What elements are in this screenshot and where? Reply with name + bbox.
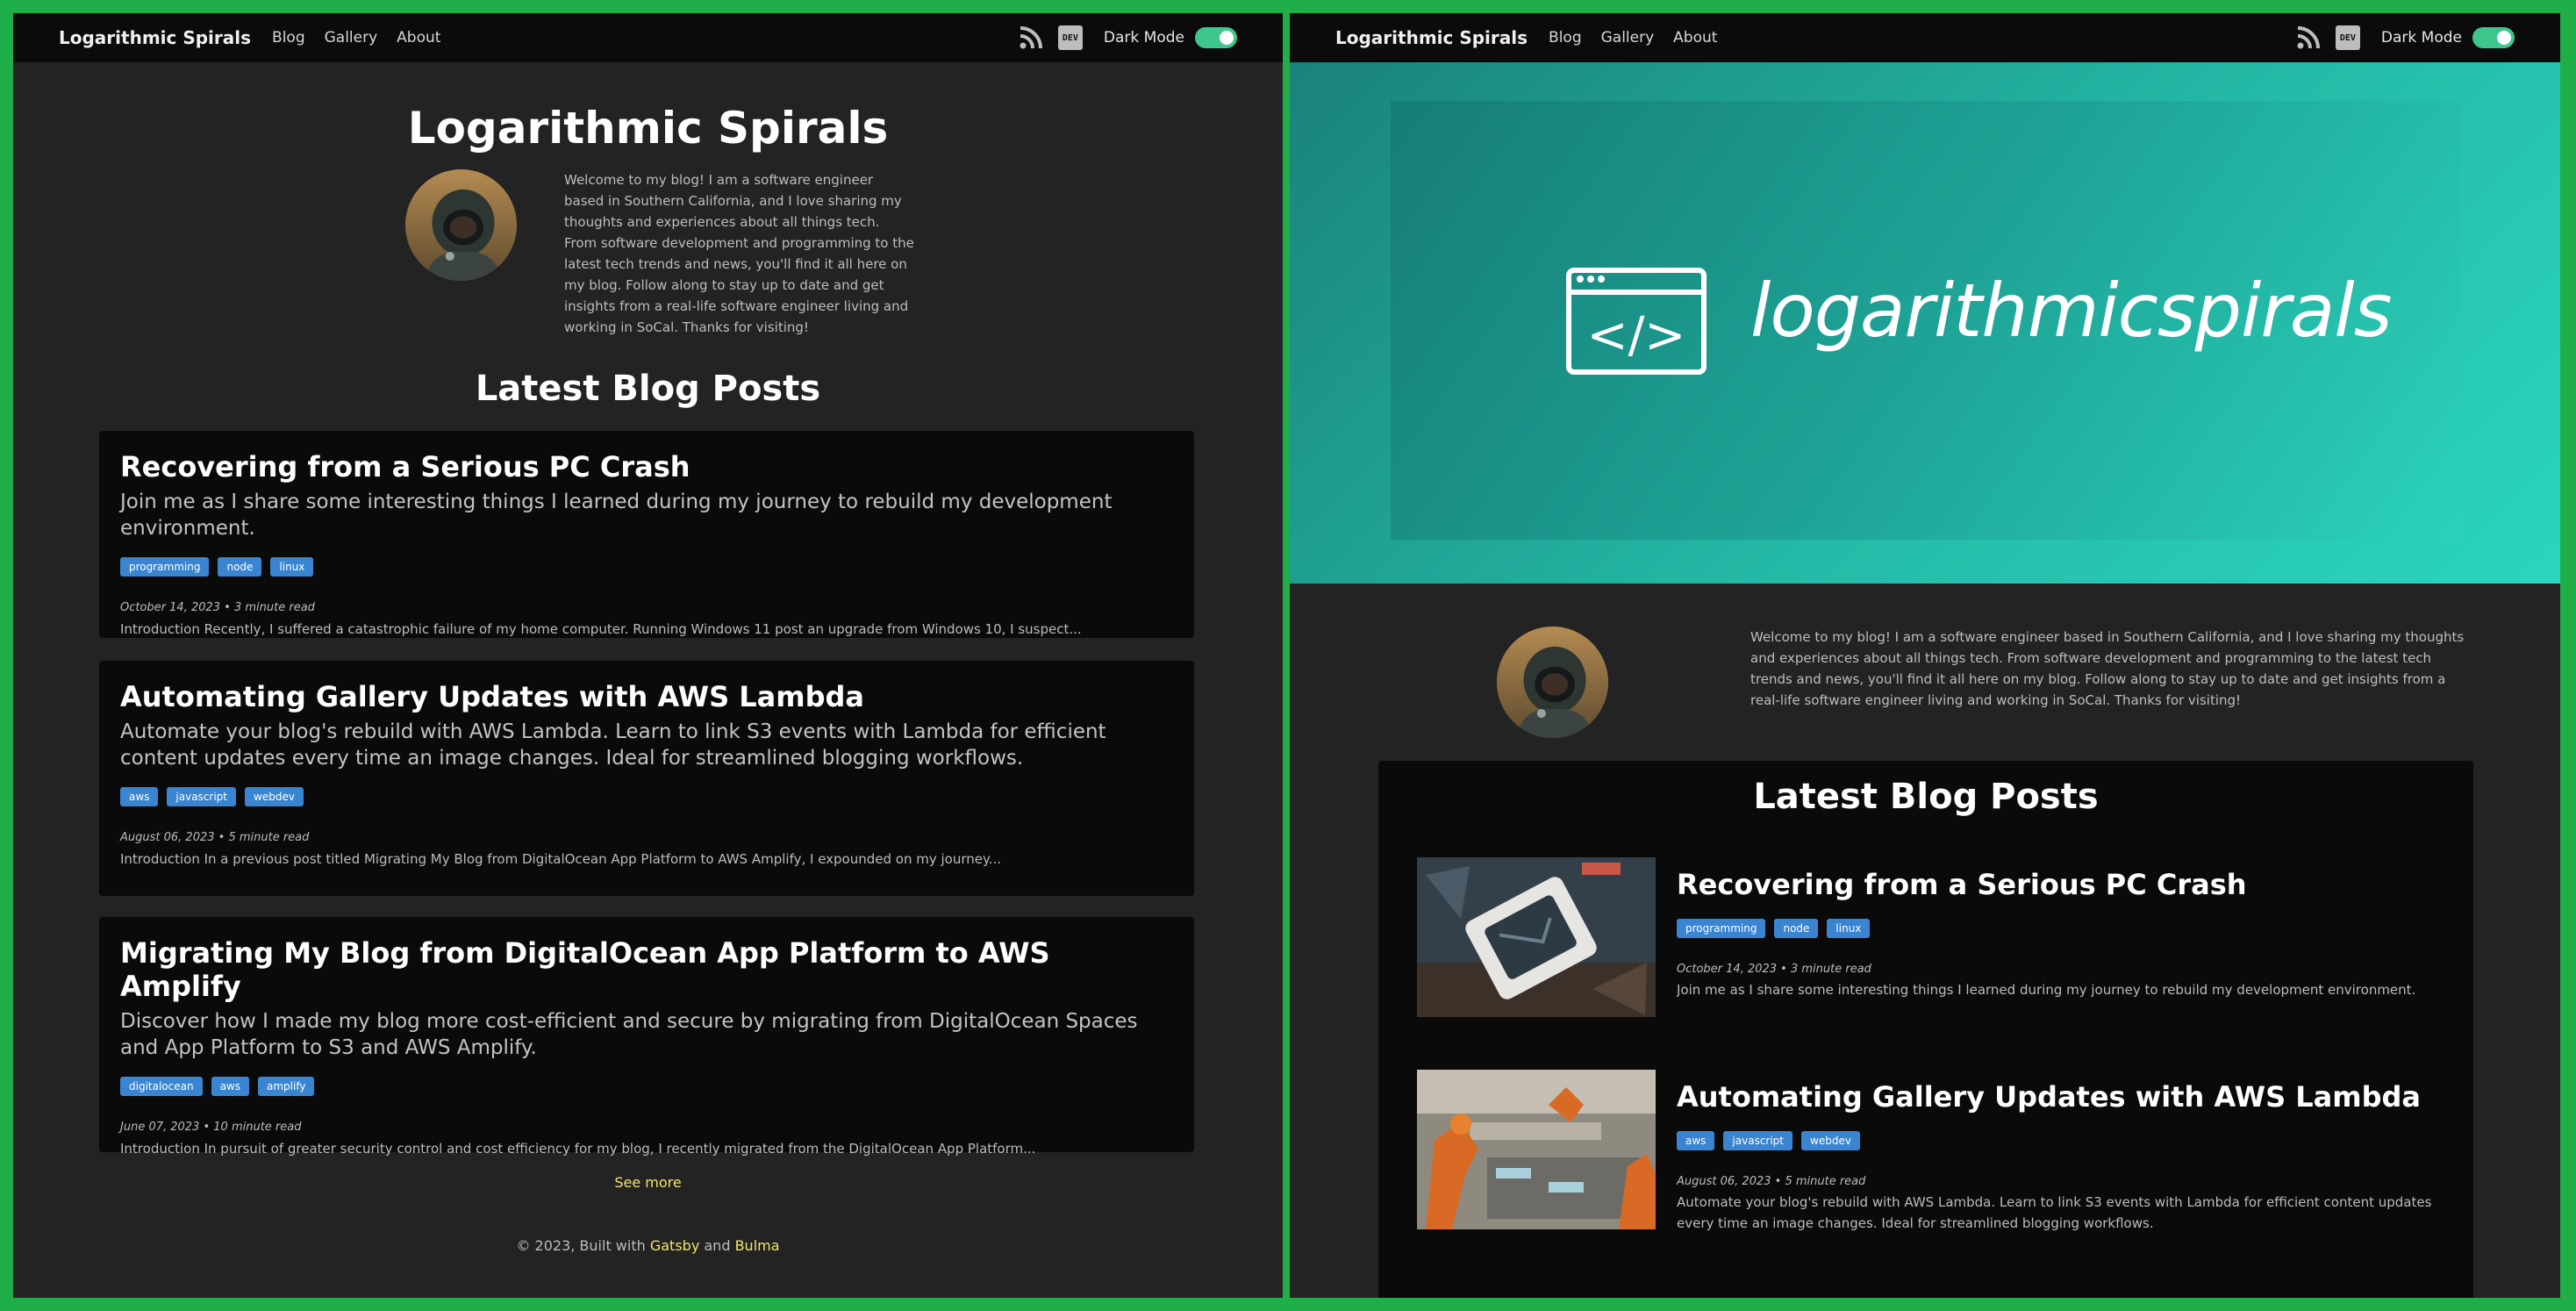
tag[interactable]: javascript — [167, 787, 237, 806]
dark-mode-label: Dark Mode — [2380, 29, 2462, 47]
footer: © 2023, Built with Gatsby and Bulma — [13, 1237, 1283, 1254]
home-page-list-view: Logarithmic Spirals Blog Gallery About D… — [13, 13, 1283, 1298]
post-excerpt: Introduction In pursuit of greater secur… — [120, 1141, 1036, 1157]
hero-banner: </> logarithmicspirals — [1290, 62, 2560, 584]
tag[interactable]: javascript — [1723, 1131, 1793, 1150]
avatar — [405, 169, 517, 281]
avatar — [1497, 627, 1608, 738]
dark-mode-label: Dark Mode — [1103, 29, 1184, 47]
footer-and: and — [704, 1237, 731, 1254]
rss-icon[interactable] — [1018, 25, 1044, 51]
post-title[interactable]: Automating Gallery Updates with AWS Lamb… — [1677, 1080, 2435, 1114]
post-tags: programming node linux — [1677, 919, 2435, 938]
tag[interactable]: aws — [120, 787, 159, 806]
navbar: Logarithmic Spirals Blog Gallery About D… — [1290, 13, 2560, 62]
post-meta: October 14, 2023 • 3 minute read — [120, 601, 315, 614]
nav-right: DEV Dark Mode — [1018, 13, 1237, 62]
toggle-knob — [1220, 31, 1234, 45]
post-card[interactable]: Automating Gallery Updates with AWS Lamb… — [99, 661, 1194, 896]
nav-link-about[interactable]: About — [397, 29, 440, 47]
see-more-link[interactable]: See more — [13, 1174, 1283, 1191]
latest-posts-title: Latest Blog Posts — [475, 369, 821, 409]
dark-mode-toggle[interactable] — [2472, 27, 2515, 48]
post-meta: June 07, 2023 • 10 minute read — [120, 1121, 302, 1134]
intro-text: Welcome to my blog! I am a software engi… — [564, 172, 914, 335]
post-title[interactable]: Recovering from a Serious PC Crash — [1677, 868, 2435, 901]
post-body: Recovering from a Serious PC Crash progr… — [1677, 857, 2435, 1000]
post-title[interactable]: Automating Gallery Updates with AWS Lamb… — [120, 680, 1173, 713]
post-tags: programming node linux — [120, 557, 1173, 577]
post-description: Discover how I made my blog more cost-ef… — [120, 1010, 1138, 1059]
tag[interactable]: digitalocean — [120, 1077, 203, 1096]
tag[interactable]: linux — [270, 557, 314, 577]
post-body: Automating Gallery Updates with AWS Lamb… — [1677, 1070, 2435, 1234]
gatsby-link[interactable]: Gatsby — [650, 1237, 699, 1254]
bulma-link[interactable]: Bulma — [735, 1237, 780, 1254]
site-title: Logarithmic Spirals — [407, 103, 889, 154]
latest-posts-box: Latest Blog Posts Recovering from a Seri… — [1378, 761, 2473, 1298]
rss-icon[interactable] — [2295, 25, 2322, 51]
post-card[interactable]: Migrating My Blog from DigitalOcean App … — [99, 917, 1194, 1157]
tag[interactable]: programming — [120, 557, 210, 577]
post-meta: August 06, 2023 • 5 minute read — [120, 831, 310, 844]
post-row[interactable]: Recovering from a Serious PC Crash progr… — [1417, 857, 2435, 1017]
post-title[interactable]: Migrating My Blog from DigitalOcean App … — [120, 936, 1173, 1003]
post-title[interactable]: Recovering from a Serious PC Crash — [120, 450, 1173, 484]
nav-right: DEV Dark Mode — [2295, 13, 2515, 62]
brand-link[interactable]: Logarithmic Spirals — [1335, 27, 1528, 48]
tag[interactable]: node — [1774, 919, 1819, 938]
tag[interactable]: aws — [211, 1077, 249, 1096]
post-tags: aws javascript webdev — [1677, 1131, 2435, 1150]
latest-posts-title: Latest Blog Posts — [1753, 777, 2099, 817]
tag[interactable]: programming — [1677, 919, 1766, 938]
nav-link-blog[interactable]: Blog — [272, 29, 305, 47]
post-meta: October 14, 2023 • 3 minute read — [1677, 963, 1871, 976]
code-glyph: </> — [1587, 307, 1686, 364]
navbar: Logarithmic Spirals Blog Gallery About D… — [13, 13, 1283, 62]
hero-logo-text: logarithmicspirals — [1750, 268, 2392, 354]
brand-link[interactable]: Logarithmic Spirals — [59, 27, 251, 48]
post-meta: August 06, 2023 • 5 minute read — [1677, 1175, 1866, 1188]
tag[interactable]: webdev — [245, 787, 304, 806]
tag[interactable]: amplify — [258, 1077, 315, 1096]
home-page-hero-view: Logarithmic Spirals Blog Gallery About D… — [1290, 13, 2560, 1298]
nav-link-gallery[interactable]: Gallery — [325, 29, 378, 47]
toggle-knob — [2497, 31, 2511, 45]
post-excerpt: Introduction Recently, I suffered a cata… — [120, 621, 1082, 637]
intro-text: Welcome to my blog! I am a software engi… — [1750, 629, 2465, 708]
dev-icon[interactable]: DEV — [1057, 25, 1083, 50]
post-excerpt: Join me as I share some interesting thin… — [1677, 982, 2416, 998]
post-row[interactable]: Automating Gallery Updates with AWS Lamb… — [1417, 1070, 2435, 1231]
tag[interactable]: webdev — [1801, 1131, 1860, 1150]
post-tags: digitalocean aws amplify — [120, 1077, 1173, 1096]
post-tags: aws javascript webdev — [120, 787, 1173, 806]
post-card[interactable]: Recovering from a Serious PC Crash Join … — [99, 431, 1194, 638]
post-thumbnail[interactable] — [1417, 1070, 1656, 1229]
post-excerpt: Introduction In a previous post titled M… — [120, 851, 1002, 867]
dark-mode-toggle[interactable] — [1195, 27, 1237, 48]
dev-icon[interactable]: DEV — [2335, 25, 2360, 50]
tag[interactable]: aws — [1677, 1131, 1715, 1150]
nav-link-blog[interactable]: Blog — [1549, 29, 1582, 47]
nav-link-gallery[interactable]: Gallery — [1601, 29, 1655, 47]
footer-prefix: © 2023, Built with — [516, 1237, 646, 1254]
post-excerpt: Automate your blog's rebuild with AWS La… — [1677, 1194, 2432, 1231]
post-thumbnail[interactable] — [1417, 857, 1656, 1017]
tag[interactable]: node — [218, 557, 262, 577]
post-description: Join me as I share some interesting thin… — [120, 491, 1113, 540]
nav-link-about[interactable]: About — [1673, 29, 1717, 47]
tag[interactable]: linux — [1827, 919, 1871, 938]
hero-logo-card: </> logarithmicspirals — [1391, 101, 2461, 540]
post-description: Automate your blog's rebuild with AWS La… — [120, 720, 1106, 770]
code-window-icon: </> — [1566, 268, 1707, 375]
